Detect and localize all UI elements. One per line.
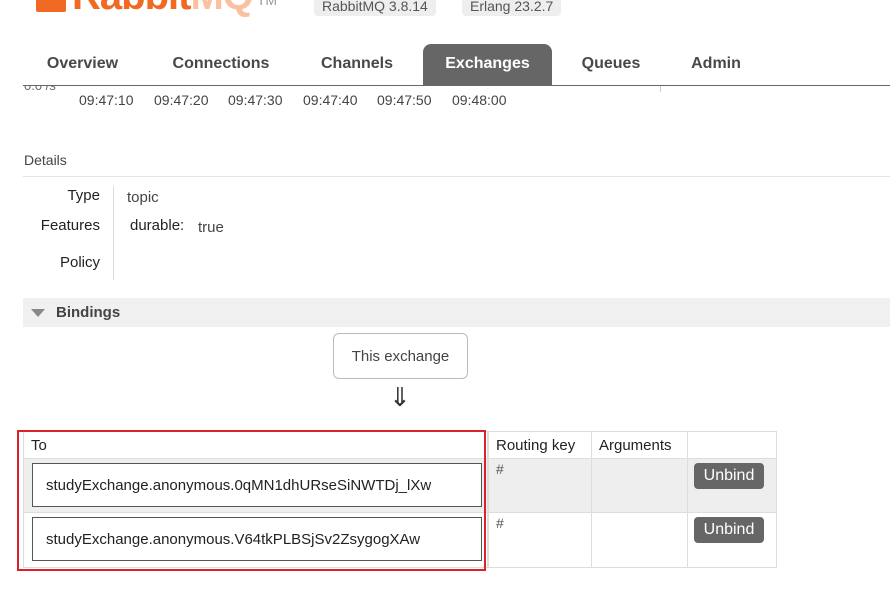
unbind-button[interactable]: Unbind	[694, 463, 764, 489]
rabbitmq-version-badge: RabbitMQ 3.8.14	[314, 0, 436, 16]
bindings-section-toggle[interactable]: Bindings	[23, 298, 890, 327]
unbind-button[interactable]: Unbind	[694, 517, 764, 543]
column-header-routing-key: Routing key	[488, 431, 592, 459]
actions-cell: Unbind	[687, 512, 777, 568]
chart-x-tick: 09:47:10	[79, 92, 134, 108]
logo-text: RabbitMQ	[72, 0, 254, 16]
rabbitmq-logo-icon	[36, 0, 66, 12]
bindings-title: Bindings	[56, 304, 121, 321]
chart-border	[660, 86, 661, 92]
chart-x-tick: 09:47:50	[377, 92, 432, 108]
policy-label: Policy	[59, 254, 100, 271]
arguments-value	[591, 512, 688, 568]
type-label: Type	[67, 187, 100, 204]
details-divider	[23, 176, 890, 177]
chart-x-tick: 09:47:20	[154, 92, 209, 108]
column-header-arguments: Arguments	[591, 431, 688, 459]
tab-exchanges[interactable]: Exchanges	[423, 44, 552, 85]
tab-channels[interactable]: Channels	[301, 44, 413, 85]
logo-tm: TM	[256, 0, 278, 8]
chart-x-tick: 09:48:00	[452, 92, 507, 108]
tab-admin[interactable]: Admin	[671, 44, 761, 85]
feature-durable-value: true	[198, 219, 224, 236]
rabbitmq-logo[interactable]: RabbitMQ TM	[36, 0, 277, 16]
details-separator	[113, 186, 114, 280]
routing-key-value: #	[488, 512, 592, 568]
column-header-actions	[687, 431, 777, 459]
erlang-version-badge: Erlang 23.2.7	[462, 0, 562, 16]
routing-key-value: #	[488, 458, 592, 513]
chart-x-tick: 09:47:30	[228, 92, 283, 108]
actions-cell: Unbind	[687, 458, 777, 513]
feature-durable-key: durable:	[130, 217, 185, 234]
type-value: topic	[127, 189, 159, 206]
annotation-highlight-box	[17, 430, 486, 571]
down-arrow-icon: ⇓	[389, 382, 411, 412]
arguments-value	[591, 458, 688, 513]
tab-connections[interactable]: Connections	[151, 44, 291, 85]
details-heading: Details	[24, 152, 67, 168]
collapse-triangle-icon	[31, 308, 45, 317]
chart-x-tick: 09:47:40	[303, 92, 358, 108]
features-label: Features	[40, 217, 100, 234]
tab-queues[interactable]: Queues	[563, 44, 659, 85]
tab-overview[interactable]: Overview	[23, 44, 142, 85]
this-exchange-box: This exchange	[333, 333, 468, 379]
main-nav: Overview Connections Channels Exchanges …	[23, 44, 890, 86]
